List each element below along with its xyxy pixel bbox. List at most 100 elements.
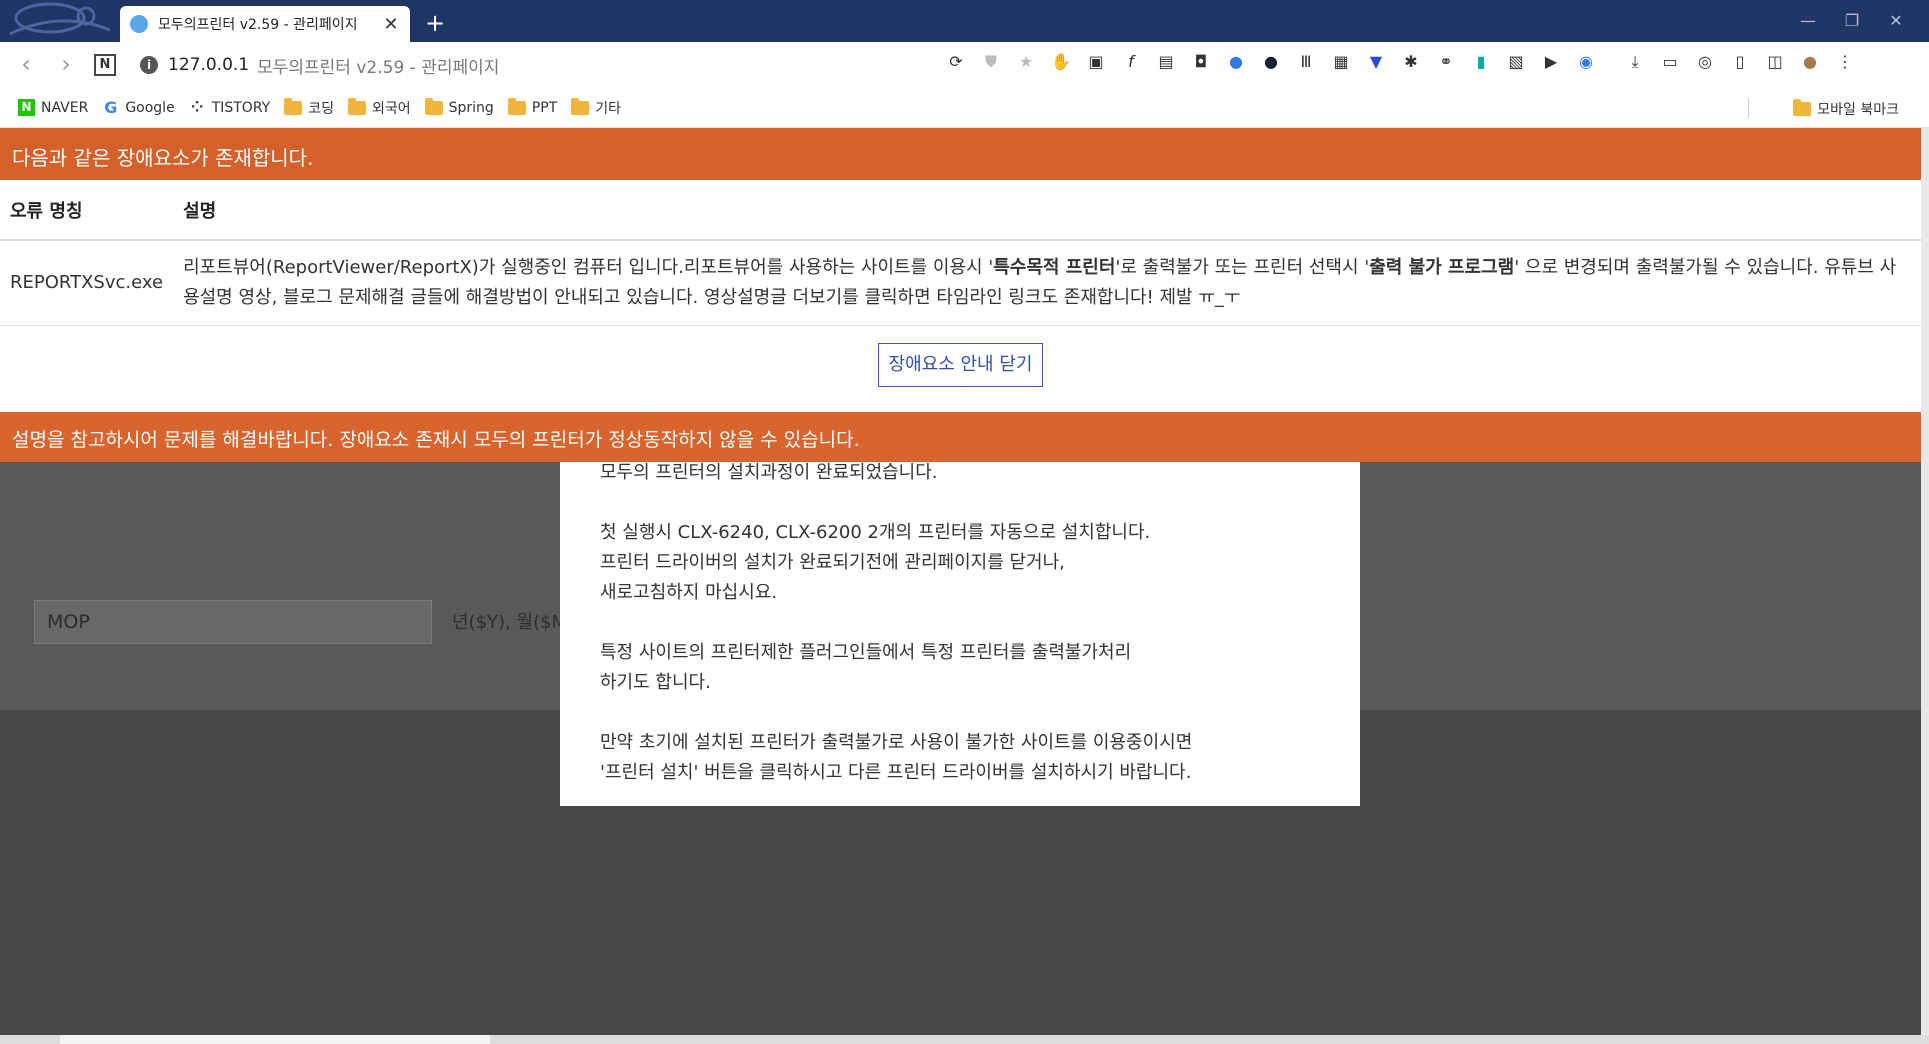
fault-desc-cell: 리포트뷰어(ReportViewer/ReportX)가 실행중인 컴퓨터 입니… [173, 240, 1921, 326]
fault-table: 오류 명칭 설명 REPORTXSvc.exe 리포트뷰어(ReportView… [0, 180, 1921, 326]
modal-paragraph: 모두의 프린터의 설치과정이 완료되었습니다. [600, 458, 1320, 488]
bookmark-naver[interactable]: N NAVER [18, 99, 88, 116]
desc-text: 리포트뷰어(ReportViewer/ReportX)가 실행중인 컴퓨터 입니… [183, 257, 994, 278]
bookmark-label: Spring [448, 99, 494, 116]
media-icon[interactable]: ▶ [1540, 51, 1562, 73]
bookmarks-divider [1748, 98, 1749, 118]
link-icon[interactable]: ⚭ [1435, 51, 1457, 73]
bookmark-label: 코딩 [308, 100, 334, 117]
tab-title: 모두의프린터 v2.59 - 관리페이지 [158, 17, 358, 33]
modal-text: 프린터 드라이버의 설치가 완료되기전에 관리페이지를 닫거나, [600, 552, 1065, 573]
tistory-icon: ⁘ [190, 98, 204, 116]
globe-icon[interactable]: ◉ [1575, 51, 1597, 73]
folder-icon [284, 97, 303, 115]
video-icon[interactable]: ▭ [1659, 51, 1681, 73]
new-tab-button[interactable]: + [422, 10, 448, 36]
camera-icon[interactable]: ◎ [1694, 51, 1716, 73]
bookmark-google[interactable]: G Google [102, 99, 174, 116]
download-arrow-icon[interactable]: ▼ [1365, 51, 1387, 73]
bookmark-folder-ppt[interactable]: PPT [507, 97, 558, 116]
table-row: REPORTXSvc.exe 리포트뷰어(ReportViewer/Report… [0, 240, 1921, 326]
desc-bold-text: 출력 불가 프로그램 [1369, 257, 1515, 278]
vertical-scrollbar[interactable] [1921, 128, 1929, 1035]
bookmark-label: PPT [531, 99, 558, 116]
modal-paragraph: 특정 사이트의 프린터제한 플러그인들에서 특정 프린터를 출력불가처리 하기도… [600, 638, 1320, 698]
tab-close-icon[interactable]: ✕ [382, 14, 400, 35]
menu-icon[interactable]: ⋮ [1834, 51, 1856, 73]
bookmark-label: 외국어 [371, 100, 411, 117]
password-icon[interactable]: ▤ [1155, 51, 1177, 73]
bookmark-label: 모바일 북마크 [1817, 102, 1899, 118]
sidebar-icon[interactable]: ▯ [1729, 51, 1751, 73]
modal-text: 특정 사이트의 프린터제한 플러그인들에서 특정 프린터를 출력불가처리 [600, 642, 1132, 663]
bookmark-label: 기타 [595, 100, 622, 117]
window-minimize-button[interactable]: — [1790, 8, 1826, 34]
browser-tab-bar: 모두의프린터 v2.59 - 관리페이지 ✕ + — ❐ ✕ [0, 0, 1929, 42]
bookmark-folder-language[interactable]: 외국어 [347, 97, 411, 118]
active-tab[interactable]: 모두의프린터 v2.59 - 관리페이지 ✕ [120, 6, 410, 42]
naver-icon: N [18, 99, 35, 116]
back-icon[interactable]: ‹ [12, 51, 40, 79]
split-view-icon[interactable]: ◫ [1764, 51, 1786, 73]
toolbar-icons: ⟳ ⛊ ★ ✋ ▣ f ▤ ◘ ● ● Ⅲ ▦ ▼ ✱ ⚭ ▮ ▧ ▶ ◉ ⤓ … [945, 51, 1869, 73]
background-name-input[interactable]: MOP [34, 600, 432, 644]
vpn-icon[interactable]: ● [1260, 51, 1282, 73]
folder-icon [424, 97, 443, 115]
folder-icon [507, 97, 526, 115]
fault-button-row: 장애요소 안내 닫기 [0, 326, 1921, 404]
script-icon[interactable]: f [1120, 51, 1142, 73]
reload-icon[interactable]: ⟳ [945, 51, 967, 73]
horizontal-scrollbar[interactable] [0, 1035, 1929, 1044]
profile-avatar-icon[interactable]: ● [1799, 51, 1821, 73]
pip-icon[interactable]: ◘ [1190, 51, 1212, 73]
site-info-icon[interactable]: i [140, 56, 158, 74]
table-icon[interactable]: ▦ [1330, 51, 1352, 73]
color-picker-icon[interactable]: ▮ [1470, 51, 1492, 73]
browser-home-icon[interactable]: N [94, 54, 116, 76]
mouse-gesture-icon[interactable]: ✋ [1050, 51, 1072, 73]
horizontal-scrollbar-thumb[interactable] [60, 1035, 490, 1044]
bookmarks-bar: N NAVER G Google ⁘ TISTORY 코딩 외국어 Spring… [0, 88, 1929, 128]
bookmark-star-icon[interactable]: ★ [1015, 51, 1037, 73]
column-header-name: 오류 명칭 [0, 180, 174, 241]
google-icon: G [104, 98, 118, 117]
shield-icon[interactable]: ⛊ [980, 51, 1002, 73]
download-icon[interactable]: ⤓ [1624, 51, 1646, 73]
bookmark-label: Google [125, 99, 175, 116]
window-close-button[interactable]: ✕ [1878, 8, 1914, 34]
url-page-title[interactable]: 모두의프린터 v2.59 - 관리페이지 [257, 53, 499, 78]
modal-paragraph: 만약 초기에 설치된 프린터가 출력불가로 사용이 불가한 사이트를 이용중이시… [600, 728, 1320, 788]
bookmark-folder-spring[interactable]: Spring [424, 97, 494, 116]
desc-text: '로 출력불가 또는 프린터 선택시 ' [1115, 257, 1370, 278]
folder-icon [1793, 99, 1812, 116]
bookmark-label: TISTORY [211, 99, 271, 116]
window-restore-button[interactable]: ❐ [1834, 8, 1870, 34]
translate-icon[interactable]: ✱ [1400, 51, 1422, 73]
bookmark-label: NAVER [41, 99, 89, 116]
modal-text: 새로고침하지 마십시요. [600, 582, 778, 603]
fault-footer-notice: 설명을 참고하시어 문제를 해결바랍니다. 장애요소 존재시 모두의 프린터가 … [0, 412, 1921, 462]
favicon-icon [130, 15, 148, 33]
modal-text: 만약 초기에 설치된 프린터가 출력불가로 사용이 불가한 사이트를 이용중이시… [600, 732, 1193, 753]
capture-icon[interactable]: ▣ [1085, 51, 1107, 73]
desc-bold-text: 특수목적 프린터 [993, 257, 1116, 278]
clock-icon[interactable]: ● [1225, 51, 1247, 73]
close-fault-guide-button[interactable]: 장애요소 안내 닫기 [877, 343, 1044, 387]
bookmark-folder-etc[interactable]: 기타 [571, 97, 622, 118]
column-header-desc: 설명 [173, 180, 1921, 241]
tab-bar-decoration [9, 2, 111, 36]
table-header-row: 오류 명칭 설명 [0, 180, 1921, 241]
modal-text: 하기도 합니다. [600, 672, 711, 693]
folder-icon [347, 97, 366, 115]
fault-header: 다음과 같은 장애요소가 존재합니다. [0, 128, 1921, 180]
bookmark-tistory[interactable]: ⁘ TISTORY [189, 98, 271, 116]
image-icon[interactable]: ▧ [1505, 51, 1527, 73]
modal-paragraph: 첫 실행시 CLX-6240, CLX-6200 2개의 프린터를 자동으로 설… [600, 518, 1320, 608]
reader-icon[interactable]: Ⅲ [1295, 51, 1317, 73]
bookmark-folder-coding[interactable]: 코딩 [284, 97, 334, 118]
url-host[interactable]: 127.0.0.1 [168, 55, 249, 75]
forward-icon[interactable]: › [52, 51, 80, 79]
fault-panel: 다음과 같은 장애요소가 존재합니다. 오류 명칭 설명 REPORTXSvc.… [0, 128, 1921, 412]
fault-name-cell: REPORTXSvc.exe [0, 240, 174, 326]
bookmark-folder-mobile[interactable]: 모바일 북마크 [1793, 99, 1899, 119]
